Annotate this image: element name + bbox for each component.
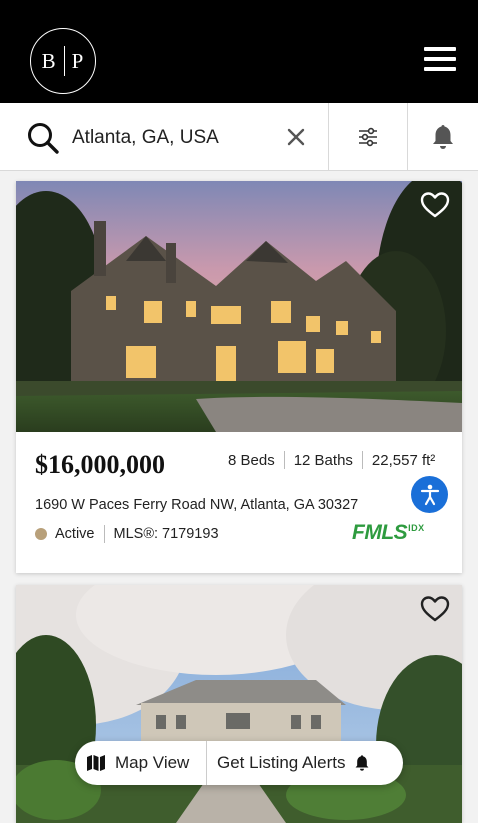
mls-number: MLS®: 7179193 xyxy=(113,526,219,542)
search-bar xyxy=(0,103,478,171)
top-header: B P xyxy=(0,0,478,103)
listing-specs: 8 Beds 12 Baths 22,557 ft² xyxy=(228,451,444,469)
heart-icon[interactable] xyxy=(420,595,450,623)
logo-divider xyxy=(63,46,65,76)
listing-status-row: Active MLS®: 7179193 xyxy=(35,525,219,543)
filter-button[interactable] xyxy=(329,103,407,171)
heart-icon[interactable] xyxy=(420,191,450,219)
close-icon[interactable] xyxy=(284,125,308,149)
map-icon xyxy=(87,755,105,771)
listing-alerts-button[interactable]: Get Listing Alerts xyxy=(207,741,370,785)
bell-icon xyxy=(433,125,453,149)
baths-count: 12 Baths xyxy=(293,451,353,469)
fmls-logo-text: FMLS xyxy=(352,521,408,544)
house-photo xyxy=(16,585,462,823)
map-view-button[interactable]: Map View xyxy=(75,741,206,785)
logo-letter-right: P xyxy=(71,48,85,73)
search-input[interactable] xyxy=(72,121,272,155)
listing-alerts-label: Get Listing Alerts xyxy=(217,753,346,772)
beds-count: 8 Beds xyxy=(228,451,275,469)
search-icon[interactable] xyxy=(26,121,60,155)
status-dot-icon xyxy=(35,528,47,540)
map-view-label: Map View xyxy=(115,753,190,772)
brand-logo[interactable]: B P xyxy=(30,28,96,94)
floating-action-bar: Map View Get Listing Alerts xyxy=(75,741,403,785)
listing-address: 1690 W Paces Ferry Road NW, Atlanta, GA … xyxy=(35,497,359,513)
status-label: Active xyxy=(55,526,95,542)
accessibility-icon xyxy=(420,484,439,505)
logo-letter-left: B xyxy=(41,48,57,73)
hamburger-icon[interactable] xyxy=(424,47,456,73)
listing-price: $16,000,000 xyxy=(35,450,165,479)
listing-photo[interactable] xyxy=(16,181,462,432)
alerts-button[interactable] xyxy=(408,103,478,171)
area-size: 22,557 ft² xyxy=(371,451,436,469)
house-photo xyxy=(16,181,462,432)
accessibility-button[interactable] xyxy=(411,476,448,513)
fmls-idx-logo: FMLSIDX xyxy=(352,521,425,545)
listing-card[interactable]: $16,000,000 8 Beds 12 Baths 22,557 ft² 1… xyxy=(16,181,462,573)
status-divider xyxy=(103,525,105,543)
sliders-icon xyxy=(359,127,377,147)
idx-logo-text: IDX xyxy=(408,523,425,533)
bell-icon xyxy=(355,755,368,771)
listing-card[interactable] xyxy=(16,585,462,823)
listing-photo[interactable] xyxy=(16,585,462,823)
